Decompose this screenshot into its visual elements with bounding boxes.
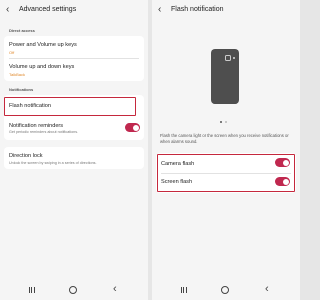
- back-icon[interactable]: ‹: [265, 283, 269, 295]
- home-icon[interactable]: [69, 286, 77, 294]
- item-title: Direction lock: [9, 153, 43, 159]
- page-dot: [220, 121, 223, 124]
- phone-illustration: [211, 49, 239, 104]
- home-icon[interactable]: [221, 286, 229, 294]
- item-status: TalkBack: [9, 72, 26, 77]
- section-header-direct-access: Direct access: [9, 28, 35, 33]
- item-title: Power and Volume up keys: [9, 42, 77, 48]
- recent-apps-icon[interactable]: [29, 287, 35, 293]
- toggle-knob: [282, 178, 289, 185]
- page-title: Flash notification: [171, 6, 224, 13]
- item-title: Camera flash: [161, 161, 195, 167]
- item-title: Screen flash: [161, 179, 193, 185]
- app-header: ‹ Advanced settings: [0, 0, 148, 22]
- item-description: Get periodic reminders about notificatio…: [9, 130, 79, 134]
- section-header-notifications: Notifications: [9, 87, 34, 92]
- notification-reminders-item[interactable]: Notification reminders Get periodic remi…: [4, 119, 144, 139]
- back-arrow-icon[interactable]: ‹: [6, 5, 9, 15]
- flash-notification-item[interactable]: Flash notification: [4, 97, 144, 116]
- back-icon[interactable]: ‹: [113, 283, 117, 295]
- notification-reminders-toggle[interactable]: [125, 123, 140, 132]
- item-title: Notification reminders: [9, 123, 64, 129]
- page-title: Advanced settings: [19, 6, 77, 13]
- flash-light-icon: [232, 57, 235, 59]
- item-status: Off: [9, 50, 15, 55]
- navigation-bar: ‹: [152, 282, 300, 300]
- page-indicator: [220, 121, 228, 124]
- camera-icon: [225, 55, 231, 61]
- back-arrow-icon[interactable]: ‹: [158, 5, 161, 15]
- screen-flash-toggle[interactable]: [275, 177, 290, 186]
- toggle-knob: [132, 124, 139, 131]
- advanced-settings-screen: ‹ Advanced settings Direct access Power …: [0, 0, 148, 300]
- item-title: Flash notification: [9, 103, 51, 109]
- recent-apps-icon[interactable]: [181, 287, 187, 293]
- navigation-bar: ‹: [0, 282, 148, 300]
- power-volume-up-item[interactable]: Power and Volume up keys Off: [4, 36, 144, 58]
- page-dot: [225, 121, 228, 124]
- direction-lock-item[interactable]: Direction lock Unlock the screen by swip…: [4, 147, 144, 169]
- camera-flash-toggle[interactable]: [275, 158, 290, 167]
- item-title: Volume up and down keys: [9, 64, 75, 70]
- flash-info-text: Flash the camera light or the screen whe…: [160, 133, 289, 145]
- toggle-knob: [282, 159, 289, 166]
- flash-notification-screen: ‹ Flash notification Flash the camera li…: [152, 0, 300, 300]
- volume-up-down-item[interactable]: Volume up and down keys TalkBack: [4, 59, 144, 81]
- app-header: ‹ Flash notification: [152, 0, 300, 22]
- item-description: Unlock the screen by swiping in a series…: [9, 161, 97, 165]
